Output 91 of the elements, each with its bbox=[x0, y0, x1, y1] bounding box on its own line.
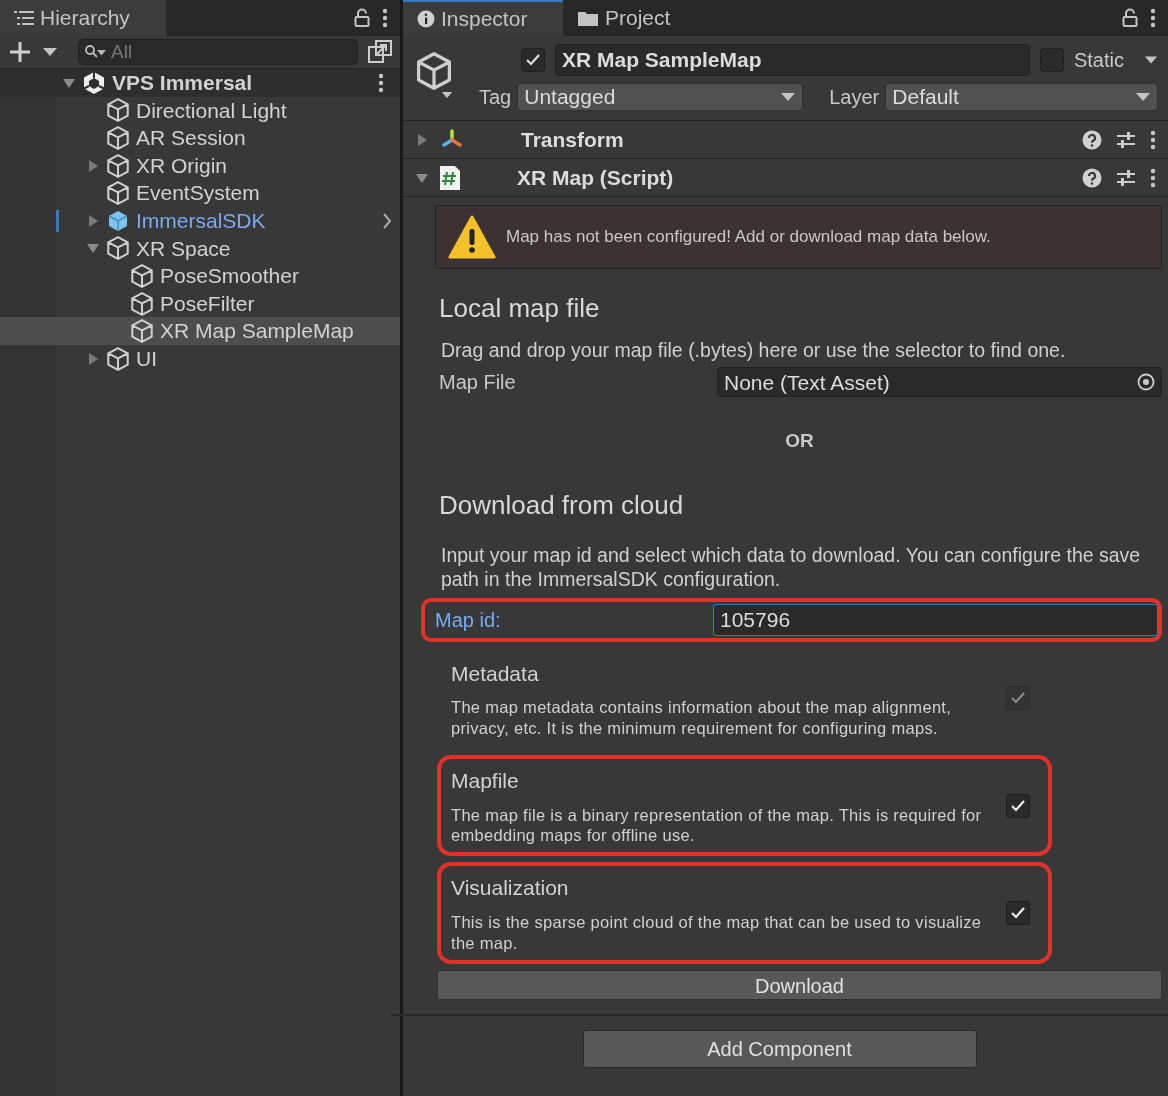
cube-icon bbox=[130, 291, 154, 316]
object-field[interactable]: None (Text Asset) bbox=[717, 367, 1162, 398]
field-label: Map File bbox=[439, 370, 517, 396]
selection-marker bbox=[56, 209, 59, 232]
more-icon[interactable] bbox=[382, 8, 388, 28]
static-checkbox[interactable] bbox=[1039, 48, 1064, 72]
check-icon bbox=[1010, 798, 1026, 813]
tree-item[interactable]: XR Space bbox=[0, 234, 400, 263]
tree-item[interactable]: XR Map SampleMap bbox=[0, 317, 400, 345]
scene-picker-icon[interactable] bbox=[368, 40, 392, 64]
download-button[interactable]: Download bbox=[437, 969, 1162, 1000]
section-heading: Download from cloud bbox=[439, 488, 685, 522]
component-header[interactable]: Transform bbox=[403, 121, 1168, 159]
lock-icon[interactable] bbox=[354, 8, 370, 28]
cube-icon bbox=[106, 346, 130, 371]
option-checkbox[interactable] bbox=[1006, 901, 1030, 926]
name-field[interactable]: XR Map SampleMap bbox=[555, 44, 1030, 76]
caret-icon[interactable] bbox=[1135, 92, 1151, 102]
hierarchy-tab[interactable]: Hierarchy bbox=[0, 0, 166, 36]
separator-label: OR bbox=[784, 429, 815, 454]
tree-item[interactable]: VPS Immersal bbox=[0, 69, 400, 97]
chevron-right-icon[interactable] bbox=[382, 212, 392, 229]
panel-tab[interactable]: Inspector bbox=[403, 0, 563, 36]
tree-item[interactable]: PoseSmoother bbox=[0, 262, 400, 290]
option-description: This is the sparse point cloud of the map that can be used to visualize the map. bbox=[451, 911, 983, 954]
more-icon[interactable] bbox=[1150, 129, 1156, 150]
check-icon bbox=[1010, 691, 1026, 706]
option-title: Visualization bbox=[451, 875, 570, 902]
dropdown-caret-icon[interactable] bbox=[42, 47, 58, 57]
description-text: Input your map id and select which data to download. You can configure the save path in the ImmersalSDK configuration. bbox=[441, 542, 1142, 592]
script-icon bbox=[439, 164, 461, 191]
tree-item[interactable]: Directional Light bbox=[0, 96, 400, 125]
active-checkbox[interactable] bbox=[521, 48, 545, 72]
field-label: Map id: bbox=[435, 607, 502, 633]
tree-item[interactable]: AR Session bbox=[0, 124, 400, 152]
tree-item[interactable]: UI bbox=[0, 344, 400, 373]
cube-icon bbox=[106, 98, 130, 123]
cube-icon bbox=[415, 52, 453, 90]
cube-icon bbox=[106, 208, 130, 233]
cube-icon bbox=[106, 236, 130, 261]
description-text: Drag and drop your map file (.bytes) here or use the selector to find one. bbox=[441, 338, 1067, 363]
cube-icon bbox=[106, 181, 130, 206]
option-description: The map metadata contains information about the map alignment, privacy, etc. It is the minimum requirement for configuring maps. bbox=[451, 697, 953, 739]
caret-icon[interactable] bbox=[780, 92, 797, 102]
tree-item[interactable]: EventSystem bbox=[0, 179, 400, 207]
cube-icon bbox=[130, 319, 154, 344]
more-icon[interactable] bbox=[1150, 167, 1156, 188]
option-description: The map file is a binary representation of the map. This is required for embedding maps for offline use. bbox=[451, 804, 983, 847]
expand-arrow-icon[interactable] bbox=[86, 351, 100, 366]
expand-arrow-icon[interactable] bbox=[86, 158, 100, 173]
unity-logo-icon bbox=[82, 70, 106, 95]
sliders-icon[interactable] bbox=[1116, 129, 1136, 150]
map-id-field[interactable]: 105796 bbox=[713, 603, 1158, 636]
sliders-icon[interactable] bbox=[1116, 167, 1136, 188]
component-header[interactable]: XR Map (Script) bbox=[403, 159, 1168, 197]
option-title: Metadata bbox=[451, 660, 540, 687]
add-component-button[interactable]: Add Component bbox=[582, 1029, 977, 1068]
cube-icon bbox=[106, 153, 130, 178]
dropdown-caret-icon[interactable] bbox=[441, 90, 453, 100]
search-icon bbox=[84, 44, 106, 60]
list-icon bbox=[14, 10, 34, 26]
cube-icon bbox=[130, 263, 154, 288]
option-title: Mapfile bbox=[451, 768, 520, 794]
cube-icon bbox=[106, 126, 130, 150]
option-checkbox[interactable] bbox=[1006, 793, 1030, 818]
expand-arrow-icon[interactable] bbox=[415, 132, 429, 147]
expand-arrow-icon[interactable] bbox=[86, 213, 100, 228]
help-icon[interactable] bbox=[1082, 167, 1102, 188]
section-heading: Local map file bbox=[439, 292, 601, 325]
dropdown-caret-icon[interactable] bbox=[1144, 55, 1158, 65]
layer-dropdown[interactable]: Default bbox=[885, 83, 1158, 111]
add-icon[interactable] bbox=[8, 40, 32, 64]
tree-item[interactable]: XR Origin bbox=[0, 151, 400, 180]
more-icon[interactable] bbox=[1150, 8, 1156, 28]
help-icon[interactable] bbox=[1082, 129, 1102, 150]
search-field[interactable]: All bbox=[78, 39, 358, 65]
lock-icon[interactable] bbox=[1122, 8, 1138, 28]
tree-item[interactable]: PoseFilter bbox=[0, 289, 400, 318]
more-icon[interactable] bbox=[378, 72, 384, 93]
tag-dropdown[interactable]: Untagged bbox=[517, 83, 804, 111]
info-icon bbox=[417, 10, 435, 28]
check-icon bbox=[525, 53, 541, 67]
tree-item[interactable]: ImmersalSDK bbox=[0, 206, 400, 235]
static-label: Static bbox=[1073, 48, 1124, 73]
check-icon bbox=[1010, 906, 1026, 921]
tag-label: Tag bbox=[479, 85, 512, 110]
warning-icon bbox=[448, 215, 496, 259]
layer-label: Layer bbox=[829, 85, 880, 110]
warning-box: Map has not been configured! Add or download map data below. bbox=[435, 205, 1162, 269]
folder-icon bbox=[577, 9, 599, 27]
target-icon[interactable] bbox=[1137, 373, 1155, 392]
